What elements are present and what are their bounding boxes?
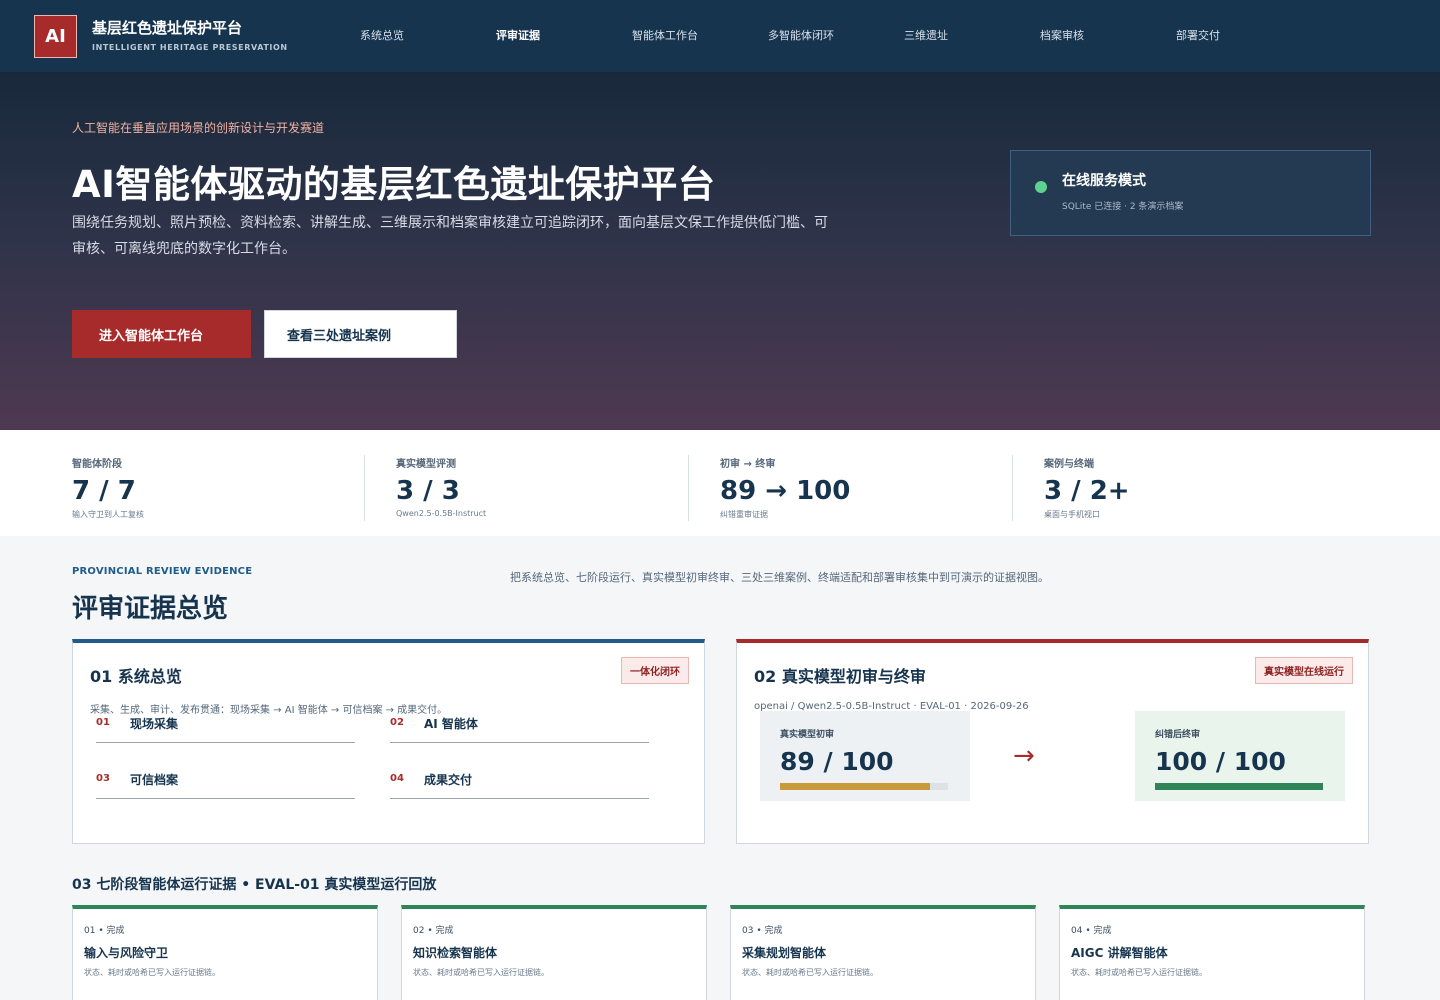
stat-divider bbox=[1012, 455, 1013, 521]
integrated-loop-badge: 一体化闭环 bbox=[621, 657, 689, 684]
flow-step-label: AI 智能体 bbox=[424, 717, 478, 731]
stats-strip: 智能体阶段 7 / 7 输入守卫到人工复核 真实模型评测 3 / 3 Qwen2… bbox=[0, 430, 1440, 536]
score-label: 真实模型初审 bbox=[780, 730, 835, 740]
stat-value: 7 / 7 bbox=[72, 476, 136, 506]
stat-label: 智能体阶段 bbox=[72, 459, 122, 470]
hero-title: AI智能体驱动的基层红色遗址保护平台 bbox=[72, 163, 716, 206]
stat-divider bbox=[364, 455, 365, 521]
flow-step-ai-agent[interactable]: 02 AI 智能体 bbox=[390, 713, 649, 743]
stage-description: 状态、耗时或哈希已写入运行证据链。 bbox=[84, 968, 220, 977]
score-value: 100 / 100 bbox=[1155, 747, 1286, 776]
flow-step-label: 现场采集 bbox=[130, 717, 179, 731]
nav-3d-sites[interactable]: 三维遗址 bbox=[904, 27, 948, 43]
stage-name: 采集规划智能体 bbox=[742, 946, 827, 960]
stat-subtext: Qwen2.5-0.5B-Instruct bbox=[396, 509, 487, 518]
brand-subtitle: INTELLIGENT HERITAGE PRESERVATION bbox=[92, 43, 288, 52]
score-progress-track bbox=[780, 783, 948, 790]
panel-title: 01 系统总览 bbox=[90, 667, 182, 686]
stat-label: 真实模型评测 bbox=[396, 459, 456, 470]
section-eyebrow: PROVINCIAL REVIEW EVIDENCE bbox=[72, 566, 253, 577]
score-progress-fill bbox=[1155, 783, 1323, 790]
stage-description: 状态、耗时或哈希已写入运行证据链。 bbox=[1071, 968, 1207, 977]
flow-step-label: 成果交付 bbox=[424, 773, 473, 787]
view-cases-button[interactable]: 查看三处遗址案例 bbox=[264, 310, 457, 358]
service-status-card: 在线服务模式 SQLite 已连接 · 2 条演示档案 bbox=[1010, 150, 1371, 236]
score-label: 纠错后终审 bbox=[1155, 730, 1201, 740]
stage-card-knowledge-retrieval[interactable]: 02 • 完成 知识检索智能体 状态、耗时或哈希已写入运行证据链。 bbox=[401, 905, 707, 1000]
stage-status: 04 • 完成 bbox=[1071, 926, 1112, 936]
stat-subtext: 纠错重审证据 bbox=[720, 510, 768, 519]
flow-step-label: 可信档案 bbox=[130, 773, 179, 787]
model-review-panel: 02 真实模型初审与终审 真实模型在线运行 openai / Qwen2.5-0… bbox=[736, 639, 1369, 844]
stat-agent-stages: 智能体阶段 7 / 7 输入守卫到人工复核 bbox=[72, 455, 144, 521]
nav-multi-agent-loop[interactable]: 多智能体闭环 bbox=[768, 27, 834, 43]
stage-card-aigc-narration[interactable]: 04 • 完成 AIGC 讲解智能体 状态、耗时或哈希已写入运行证据链。 bbox=[1059, 905, 1365, 1000]
stat-review-scores: 初审 → 终审 89 → 100 纠错重审证据 bbox=[720, 455, 850, 521]
stat-label: 案例与终端 bbox=[1044, 459, 1094, 470]
hero-description: 围绕任务规划、照片预检、资料检索、讲解生成、三维展示和档案审核建立可追踪闭环，面… bbox=[72, 215, 828, 257]
stage-description: 状态、耗时或哈希已写入运行证据链。 bbox=[413, 968, 549, 977]
hero-eyebrow: 人工智能在垂直应用场景的创新设计与开发赛道 bbox=[72, 121, 325, 135]
nav-review-evidence[interactable]: 评审证据 bbox=[496, 27, 540, 43]
top-navigation-bar: AI 基层红色遗址保护平台 INTELLIGENT HERITAGE PRESE… bbox=[0, 0, 1440, 72]
stat-subtext: 桌面与手机视口 bbox=[1044, 510, 1100, 519]
nav-agent-workbench[interactable]: 智能体工作台 bbox=[632, 27, 698, 43]
hero-section: 人工智能在垂直应用场景的创新设计与开发赛道 AI智能体驱动的基层红色遗址保护平台… bbox=[0, 72, 1440, 430]
status-title: 在线服务模式 bbox=[1062, 173, 1146, 189]
stage-status: 03 • 完成 bbox=[742, 926, 783, 936]
stat-value: 3 / 2+ bbox=[1044, 476, 1130, 506]
model-online-badge: 真实模型在线运行 bbox=[1255, 657, 1353, 684]
stage-status: 02 • 完成 bbox=[413, 926, 454, 936]
stat-cases-terminals: 案例与终端 3 / 2+ 桌面与手机视口 bbox=[1044, 455, 1130, 521]
flow-step-number: 04 bbox=[390, 773, 404, 784]
nav-system-overview[interactable]: 系统总览 bbox=[360, 27, 404, 43]
flow-step-field-collection[interactable]: 01 现场采集 bbox=[96, 713, 355, 743]
flow-step-trusted-archive[interactable]: 03 可信档案 bbox=[96, 769, 355, 799]
stages-title: 03 七阶段智能体运行证据 • EVAL-01 真实模型运行回放 bbox=[72, 877, 437, 893]
flow-step-number: 01 bbox=[96, 717, 110, 728]
score-value: 89 / 100 bbox=[780, 747, 894, 776]
enter-workbench-button[interactable]: 进入智能体工作台 bbox=[72, 310, 251, 358]
stat-label: 初审 → 终审 bbox=[720, 459, 776, 470]
brand-title[interactable]: 基层红色遗址保护平台 bbox=[92, 17, 242, 38]
stage-description: 状态、耗时或哈希已写入运行证据链。 bbox=[742, 968, 878, 977]
stage-name: AIGC 讲解智能体 bbox=[1071, 946, 1168, 960]
stage-status: 01 • 完成 bbox=[84, 926, 125, 936]
logo[interactable]: AI bbox=[34, 15, 77, 58]
final-review-score-card: 纠错后终审 100 / 100 bbox=[1135, 711, 1345, 801]
flow-step-number: 03 bbox=[96, 773, 110, 784]
nav-archive-review[interactable]: 档案审核 bbox=[1040, 27, 1084, 43]
section-description: 把系统总览、七阶段运行、真实模型初审终审、三处三维案例、终端适配和部署审核集中到… bbox=[510, 571, 1049, 584]
panel-title: 02 真实模型初审与终审 bbox=[754, 667, 926, 686]
initial-review-score-card: 真实模型初审 89 / 100 bbox=[760, 711, 970, 801]
stage-name: 知识检索智能体 bbox=[413, 946, 498, 960]
stat-value: 3 / 3 bbox=[396, 476, 460, 506]
stat-subtext: 输入守卫到人工复核 bbox=[72, 510, 144, 519]
stat-value: 89 → 100 bbox=[720, 476, 851, 506]
section-title: 评审证据总览 bbox=[72, 594, 229, 624]
nav-deployment[interactable]: 部署交付 bbox=[1176, 27, 1220, 43]
stage-card-collection-planning[interactable]: 03 • 完成 采集规划智能体 状态、耗时或哈希已写入运行证据链。 bbox=[730, 905, 1036, 1000]
status-indicator-icon bbox=[1035, 181, 1047, 193]
score-progress-track bbox=[1155, 783, 1323, 790]
stage-card-input-guard[interactable]: 01 • 完成 输入与风险守卫 状态、耗时或哈希已写入运行证据链。 bbox=[72, 905, 378, 1000]
stage-name: 输入与风险守卫 bbox=[84, 946, 169, 960]
flow-step-number: 02 bbox=[390, 717, 404, 728]
system-overview-panel: 01 系统总览 一体化闭环 采集、生成、审计、发布贯通：现场采集 → AI 智能… bbox=[72, 639, 705, 844]
flow-step-delivery[interactable]: 04 成果交付 bbox=[390, 769, 649, 799]
stat-model-eval: 真实模型评测 3 / 3 Qwen2.5-0.5B-Instruct bbox=[396, 455, 486, 521]
score-progress-fill bbox=[780, 783, 930, 790]
arrow-right-icon: → bbox=[1013, 741, 1035, 771]
stat-divider bbox=[688, 455, 689, 521]
status-subtitle: SQLite 已连接 · 2 条演示档案 bbox=[1062, 202, 1184, 212]
